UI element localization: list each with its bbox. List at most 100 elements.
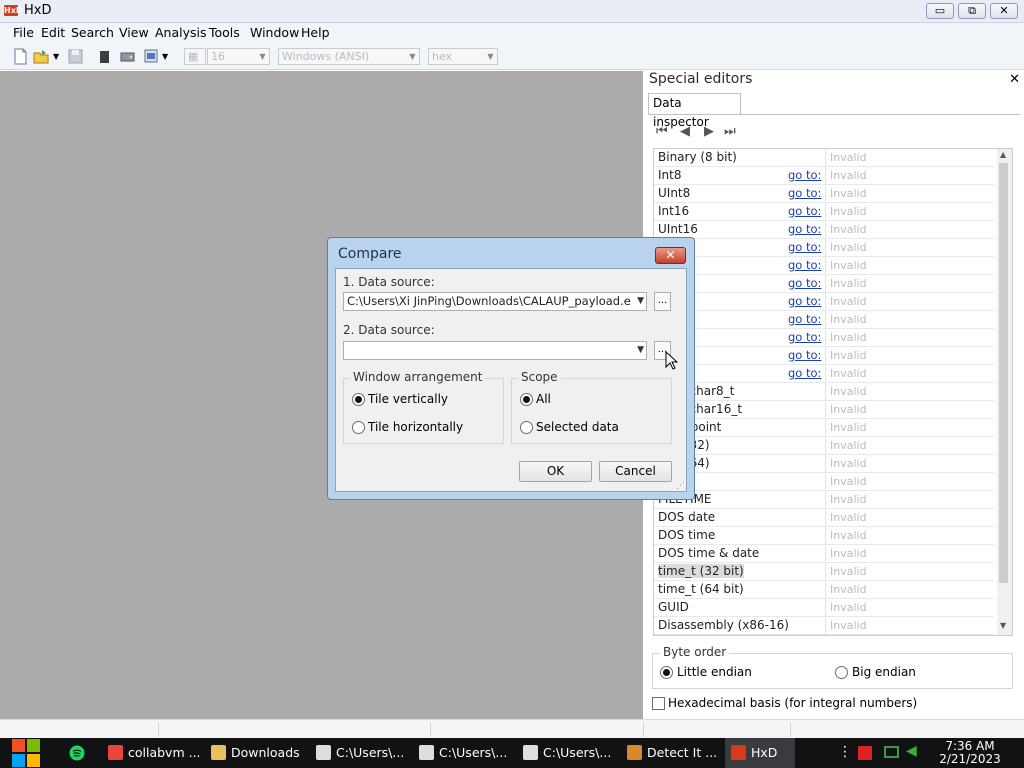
inspector-row[interactable]: FILETIMEInvalid xyxy=(654,491,994,509)
inspector-row[interactable]: 28go to:Invalid xyxy=(654,365,994,383)
inspector-value[interactable]: Invalid xyxy=(825,599,994,616)
open-file-icon[interactable] xyxy=(33,48,50,65)
inspector-row[interactable]: UInt8 go to: Invalid xyxy=(654,185,994,203)
taskbar-item[interactable]: HxD xyxy=(725,738,795,768)
inspector-row[interactable]: Int8 go to: Invalid xyxy=(654,167,994,185)
menu-analysis[interactable]: Analysis xyxy=(155,25,207,40)
inspector-value[interactable]: Invalid xyxy=(825,221,994,238)
inspector-value[interactable]: Invalid xyxy=(825,401,994,418)
menu-edit[interactable]: Edit xyxy=(41,25,65,40)
inspector-row[interactable]: har / char16_t Invalid xyxy=(654,401,994,419)
goto-link[interactable]: go to: xyxy=(788,240,821,254)
menu-search[interactable]: Search xyxy=(71,25,114,40)
next-record-icon[interactable]: ▶ xyxy=(704,124,714,139)
inspector-value[interactable]: Invalid xyxy=(825,347,994,364)
inspector-value[interactable]: Invalid xyxy=(825,185,994,202)
previous-record-icon[interactable]: ◀ xyxy=(680,124,690,139)
inspector-row[interactable]: time_t (32 bit) Invalid xyxy=(654,563,994,581)
inspector-row[interactable]: GUID Invalid xyxy=(654,599,994,617)
inspector-row[interactable]: DOS time & date Invalid xyxy=(654,545,994,563)
inspector-value[interactable]: Invalid xyxy=(825,239,994,256)
tile-horizontally-radio[interactable] xyxy=(352,421,365,434)
inspector-value[interactable]: Invalid xyxy=(825,473,994,490)
inspector-row[interactable]: 8go to:Invalid xyxy=(654,347,994,365)
inspector-scrollbar[interactable]: ▲ ▼ xyxy=(997,149,1012,635)
taskbar-item[interactable]: Downloads xyxy=(205,738,305,768)
inspector-value[interactable]: Invalid xyxy=(825,491,994,508)
goto-link[interactable]: go to: xyxy=(788,258,821,272)
clock-date[interactable]: 2/21/2023 xyxy=(938,752,1002,766)
tab-data-inspector[interactable]: Data inspector xyxy=(648,93,741,129)
volume-icon[interactable]: ◀ xyxy=(906,743,917,759)
goto-link[interactable]: go to: xyxy=(788,312,821,326)
inspector-row[interactable]: go to: Invalid xyxy=(654,329,994,347)
inspector-row[interactable]: time_t (64 bit) Invalid xyxy=(654,581,994,599)
inspector-row[interactable]: Disassembly (x86-16) Invalid xyxy=(654,617,994,635)
process-icon[interactable] xyxy=(143,48,160,65)
scope-all-radio[interactable] xyxy=(520,393,533,406)
panel-close-icon[interactable]: ✕ xyxy=(1009,72,1020,87)
menu-help[interactable]: Help xyxy=(301,25,330,40)
inspector-row[interactable]: (float32)Invalid xyxy=(654,437,994,455)
scrollbar-thumb[interactable] xyxy=(999,163,1008,583)
taskbar-item[interactable]: collabvm ... xyxy=(102,738,202,768)
tile-vertically-radio[interactable] xyxy=(352,393,365,406)
inspector-row[interactable]: go to: Invalid xyxy=(654,257,994,275)
hex-basis-checkbox[interactable] xyxy=(652,697,665,710)
resize-grip-icon[interactable]: ⋰ xyxy=(676,481,685,491)
selected-data-label[interactable]: Selected data xyxy=(536,420,619,434)
scope-all-label[interactable]: All xyxy=(536,392,551,406)
ram-icon[interactable] xyxy=(96,48,113,65)
tile-vertically-label[interactable]: Tile vertically xyxy=(368,392,448,406)
inspector-value[interactable]: Invalid xyxy=(825,509,994,526)
restore-button[interactable]: ⧉ xyxy=(958,3,986,19)
new-file-icon[interactable] xyxy=(12,48,29,65)
overflow-icon[interactable]: ⋮ xyxy=(838,744,852,760)
start-button-icon[interactable] xyxy=(10,738,42,768)
inspector-value[interactable]: Invalid xyxy=(825,563,994,580)
inspector-value[interactable]: Invalid xyxy=(825,383,994,400)
inspector-value[interactable]: Invalid xyxy=(825,257,994,274)
source1-browse-button[interactable]: ... xyxy=(654,292,671,311)
inspector-value[interactable]: Invalid xyxy=(825,419,994,436)
minimize-button[interactable]: ▭ xyxy=(926,3,954,19)
inspector-row[interactable]: har / char8_t Invalid xyxy=(654,383,994,401)
inspector-row[interactable]: MEInvalid xyxy=(654,473,994,491)
taskbar-item[interactable]: C:\Users\... xyxy=(413,738,513,768)
tile-horizontally-label[interactable]: Tile horizontally xyxy=(368,420,463,434)
inspector-value[interactable]: Invalid xyxy=(825,617,994,634)
menu-view[interactable]: View xyxy=(119,25,149,40)
inspector-value[interactable]: Invalid xyxy=(825,527,994,544)
process-dropdown-icon[interactable]: ▼ xyxy=(162,48,179,65)
inspector-value[interactable]: Invalid xyxy=(825,275,994,292)
big-endian-radio[interactable] xyxy=(835,666,848,679)
dialog-close-button[interactable]: ✕ xyxy=(655,247,686,264)
inspector-value[interactable]: Invalid xyxy=(825,329,994,346)
menu-window[interactable]: Window xyxy=(250,25,299,40)
taskbar-item[interactable]: Detect It ... xyxy=(621,738,721,768)
clock-time[interactable]: 7:36 AM xyxy=(942,739,998,753)
inspector-value[interactable]: Invalid xyxy=(825,437,994,454)
disk-icon[interactable] xyxy=(119,48,136,65)
scroll-down-icon[interactable]: ▼ xyxy=(1000,621,1006,630)
inspector-value[interactable]: Invalid xyxy=(825,293,994,310)
scroll-up-icon[interactable]: ▲ xyxy=(1000,150,1006,159)
flag-icon[interactable] xyxy=(858,746,872,760)
goto-link[interactable]: go to: xyxy=(788,222,821,236)
inspector-value[interactable]: Invalid xyxy=(825,455,994,472)
inspector-row[interactable]: UInt16 go to: Invalid xyxy=(654,221,994,239)
little-endian-radio[interactable] xyxy=(660,666,673,679)
inspector-row[interactable]: (float64)Invalid xyxy=(654,455,994,473)
little-endian-label[interactable]: Little endian xyxy=(677,665,752,679)
hex-basis-label[interactable]: Hexadecimal basis (for integral numbers) xyxy=(668,696,917,710)
cancel-button[interactable]: Cancel xyxy=(599,461,672,482)
source1-combo[interactable]: C:\Users\Xi JinPing\Downloads\CALAUP_pay… xyxy=(343,292,647,311)
first-record-icon[interactable]: ⏮ xyxy=(656,124,668,139)
network-icon[interactable] xyxy=(884,746,899,758)
goto-link[interactable]: go to: xyxy=(788,186,821,200)
selected-data-radio[interactable] xyxy=(520,421,533,434)
goto-link[interactable]: go to: xyxy=(788,366,821,380)
goto-link[interactable]: go to: xyxy=(788,348,821,362)
goto-link[interactable]: go to: xyxy=(788,204,821,218)
taskbar-item[interactable]: C:\Users\... xyxy=(310,738,410,768)
